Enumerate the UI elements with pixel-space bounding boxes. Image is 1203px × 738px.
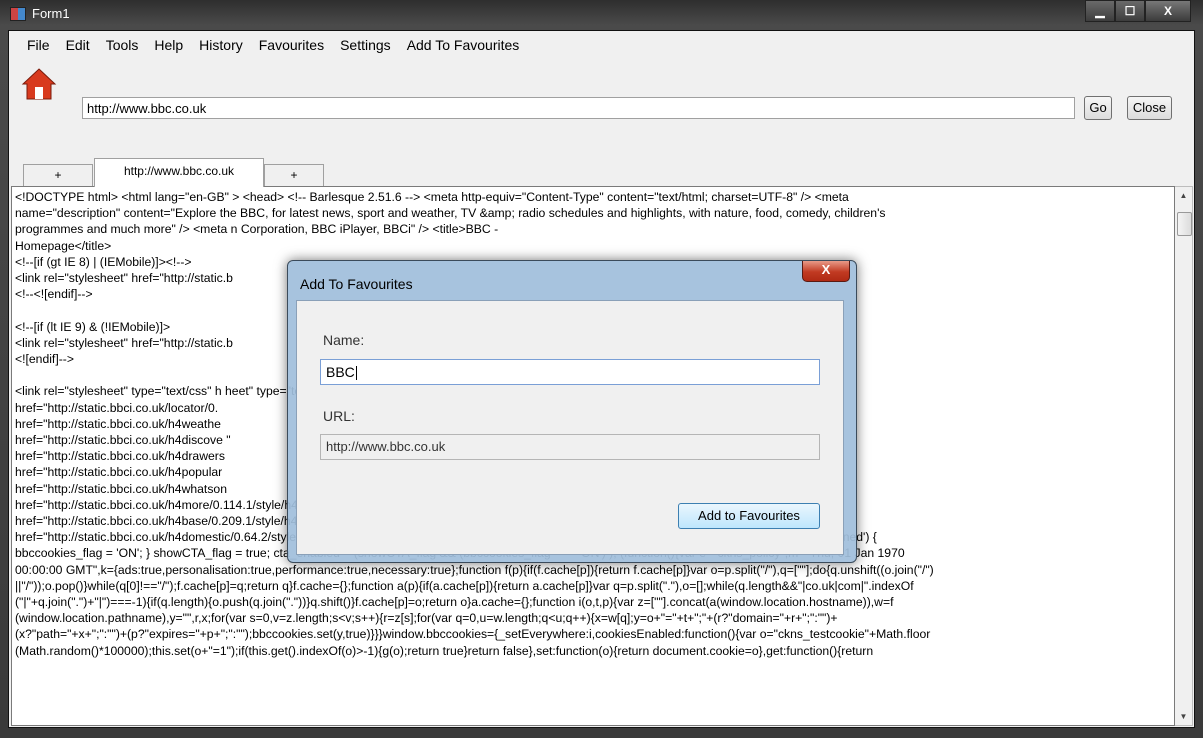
menu-history[interactable]: History <box>191 37 251 53</box>
add-to-favourites-dialog: Add To Favourites X Name: BBC URL: http:… <box>287 260 857 563</box>
name-label: Name: <box>323 332 365 348</box>
title-bar[interactable]: Form1 ▁ ☐ X <box>0 0 1203 26</box>
source-line: <!DOCTYPE html> <html lang="en-GB" > <he… <box>15 190 849 204</box>
menu-add-to-favourites[interactable]: Add To Favourites <box>399 37 528 53</box>
url-field: http://www.bbc.co.uk <box>320 434 820 460</box>
scroll-down-arrow-icon[interactable]: ▼ <box>1175 708 1192 725</box>
close-button[interactable]: Close <box>1127 96 1172 120</box>
maximize-button[interactable]: ☐ <box>1115 0 1145 22</box>
go-button[interactable]: Go <box>1084 96 1112 120</box>
scroll-thumb[interactable] <box>1177 212 1192 236</box>
source-line: (window.location.pathname),y="",r,x;for(… <box>15 611 838 626</box>
add-to-favourites-button[interactable]: Add to Favourites <box>678 503 820 529</box>
source-line: (Math.random()*100000);this.set(o+"=1");… <box>15 643 874 658</box>
name-value: BBC <box>326 364 355 380</box>
source-line: Homepage</title> <box>15 238 112 253</box>
scroll-up-arrow-icon[interactable]: ▲ <box>1175 187 1192 204</box>
minimize-button[interactable]: ▁ <box>1085 0 1115 22</box>
tab-bbc[interactable]: http://www.bbc.co.uk <box>94 158 264 187</box>
dialog-close-button[interactable]: X <box>802 261 850 282</box>
menu-help[interactable]: Help <box>146 37 191 53</box>
menu-edit[interactable]: Edit <box>58 37 98 53</box>
main-window: Form1 ▁ ☐ X File Edit Tools Help History… <box>0 0 1203 738</box>
caption-buttons: ▁ ☐ X <box>1085 0 1191 22</box>
source-line: (x?"path="+x+";":"")+(p?"expires="+p+";"… <box>15 627 931 642</box>
dialog-title: Add To Favourites <box>300 276 413 292</box>
menu-bar: File Edit Tools Help History Favourites … <box>9 31 1194 59</box>
url-label: URL: <box>323 408 355 424</box>
source-line: name="description" content="Explore the … <box>15 206 886 221</box>
client-area: File Edit Tools Help History Favourites … <box>8 30 1195 728</box>
source-line: ||"/"));o.pop()}while(q[0]!=="/");f.cach… <box>15 578 914 593</box>
vertical-scrollbar[interactable]: ▲ ▼ <box>1175 186 1193 726</box>
home-icon[interactable] <box>21 67 57 101</box>
menu-favourites[interactable]: Favourites <box>251 37 332 53</box>
close-window-button[interactable]: X <box>1145 0 1191 22</box>
tab-add-left[interactable]: + <box>23 164 93 186</box>
menu-file[interactable]: File <box>19 37 58 53</box>
source-line: 00:00:00 GMT",k={ads:true,personalisatio… <box>15 562 934 577</box>
address-input[interactable]: http://www.bbc.co.uk <box>82 97 1075 119</box>
name-input[interactable]: BBC <box>320 359 820 385</box>
source-line: ("|"+q.join(".")+"|")===-1){if(q.length)… <box>15 595 894 610</box>
menu-settings[interactable]: Settings <box>332 37 399 53</box>
tab-add-right[interactable]: + <box>264 164 324 186</box>
app-icon <box>10 7 26 21</box>
text-caret <box>355 366 357 381</box>
source-line: programmes and much more" /> <meta n Cor… <box>15 222 499 237</box>
dialog-body: Name: BBC URL: http://www.bbc.co.uk Add … <box>296 300 844 555</box>
window-title: Form1 <box>32 6 70 21</box>
menu-tools[interactable]: Tools <box>98 37 147 53</box>
